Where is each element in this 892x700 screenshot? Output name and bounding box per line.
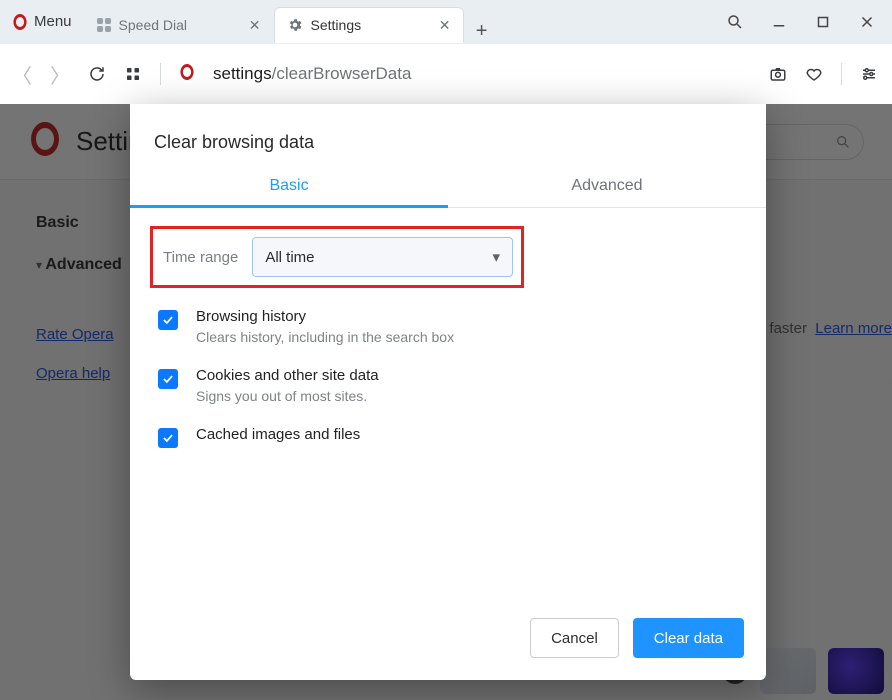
gear-icon: [287, 17, 303, 33]
window-close-icon[interactable]: [858, 13, 876, 31]
cancel-button[interactable]: Cancel: [530, 618, 619, 658]
site-identity-opera-icon[interactable]: [179, 64, 195, 85]
tab-label: Settings: [311, 17, 362, 33]
easy-setup-sliders-icon[interactable]: [860, 65, 878, 83]
search-icon: [835, 134, 851, 150]
option-subtitle: Signs you out of most sites.: [196, 388, 379, 404]
option-cookies: Cookies and other site data Signs you ou…: [158, 367, 746, 404]
toolbar-divider: [160, 63, 161, 85]
sidebar-item-advanced[interactable]: Advanced: [36, 244, 122, 286]
option-title: Cookies and other site data: [196, 367, 379, 384]
option-browsing-history: Browsing history Clears history, includi…: [158, 308, 746, 345]
dialog-tabs: Basic Advanced: [130, 163, 766, 208]
minimize-icon[interactable]: [770, 13, 788, 31]
nav-forward-button[interactable]: 〉: [50, 60, 70, 89]
url-host: settings: [213, 64, 272, 83]
close-icon[interactable]: ✕: [439, 17, 451, 34]
address-bar[interactable]: settings/clearBrowserData: [213, 64, 411, 84]
time-range-value: All time: [265, 249, 314, 266]
sidebar-item-basic[interactable]: Basic: [36, 202, 122, 244]
settings-sidebar: Basic Advanced Rate Opera Opera help: [36, 202, 122, 404]
opera-logo-icon: [12, 14, 28, 30]
chevron-down-icon: ▾: [492, 248, 500, 266]
clear-data-button[interactable]: Clear data: [633, 618, 744, 658]
maximize-icon[interactable]: [814, 13, 832, 31]
new-tab-button[interactable]: +: [464, 20, 500, 43]
snapshot-icon[interactable]: [769, 65, 787, 83]
titlebar: Menu Speed Dial ✕ Settings ✕ +: [0, 0, 892, 44]
option-title: Cached images and files: [196, 426, 360, 443]
close-icon[interactable]: ✕: [249, 17, 261, 34]
search-icon[interactable]: [726, 13, 744, 31]
opera-help-link[interactable]: Opera help: [36, 365, 122, 382]
toolbar-divider: [841, 63, 842, 85]
time-range-label: Time range: [163, 249, 238, 266]
promo-text: faster: [769, 320, 807, 337]
tab-label: Speed Dial: [119, 17, 188, 33]
checkbox[interactable]: [158, 428, 178, 448]
opera-logo-icon: [28, 122, 62, 161]
time-range-select[interactable]: All time ▾: [252, 237, 513, 277]
time-range-highlight: Time range All time ▾: [150, 226, 524, 288]
tab-settings[interactable]: Settings ✕: [274, 7, 464, 43]
dialog-tab-advanced[interactable]: Advanced: [448, 163, 766, 207]
promo-learn-more-link[interactable]: Learn more: [815, 320, 892, 337]
speed-dial-icon: [97, 18, 111, 32]
dialog-actions: Cancel Clear data: [130, 600, 766, 676]
rate-opera-link[interactable]: Rate Opera: [36, 326, 122, 343]
tab-speed-dial[interactable]: Speed Dial ✕: [84, 7, 274, 43]
easy-setup-icon[interactable]: [124, 65, 142, 83]
window-controls: [710, 13, 892, 31]
wallpaper-thumb[interactable]: [828, 648, 884, 694]
dialog-title: Clear browsing data: [130, 104, 766, 163]
nav-back-button[interactable]: 〈: [12, 60, 32, 89]
settings-page: Settings Basic Advanced Rate Opera Opera…: [0, 104, 892, 700]
option-subtitle: Clears history, including in the search …: [196, 329, 454, 345]
promo-banner: faster Learn more: [769, 320, 892, 404]
wallpaper-thumb[interactable]: [760, 648, 816, 694]
opera-menu-button[interactable]: Menu: [0, 0, 84, 43]
checkbox[interactable]: [158, 369, 178, 389]
clear-browsing-data-dialog: Clear browsing data Basic Advanced Time …: [130, 104, 766, 680]
option-title: Browsing history: [196, 308, 454, 325]
bookmark-heart-icon[interactable]: [805, 65, 823, 83]
tab-strip: Speed Dial ✕ Settings ✕ +: [84, 0, 500, 43]
clear-options-list: Browsing history Clears history, includi…: [150, 308, 746, 448]
url-path: /clearBrowserData: [272, 64, 412, 83]
dialog-tab-basic[interactable]: Basic: [130, 163, 448, 207]
option-cached-files: Cached images and files: [158, 426, 746, 448]
reload-button[interactable]: [88, 65, 106, 83]
opera-menu-label: Menu: [34, 13, 72, 30]
toolbar: 〈 〉 settings/clearBrowserData: [0, 44, 892, 104]
checkbox[interactable]: [158, 310, 178, 330]
